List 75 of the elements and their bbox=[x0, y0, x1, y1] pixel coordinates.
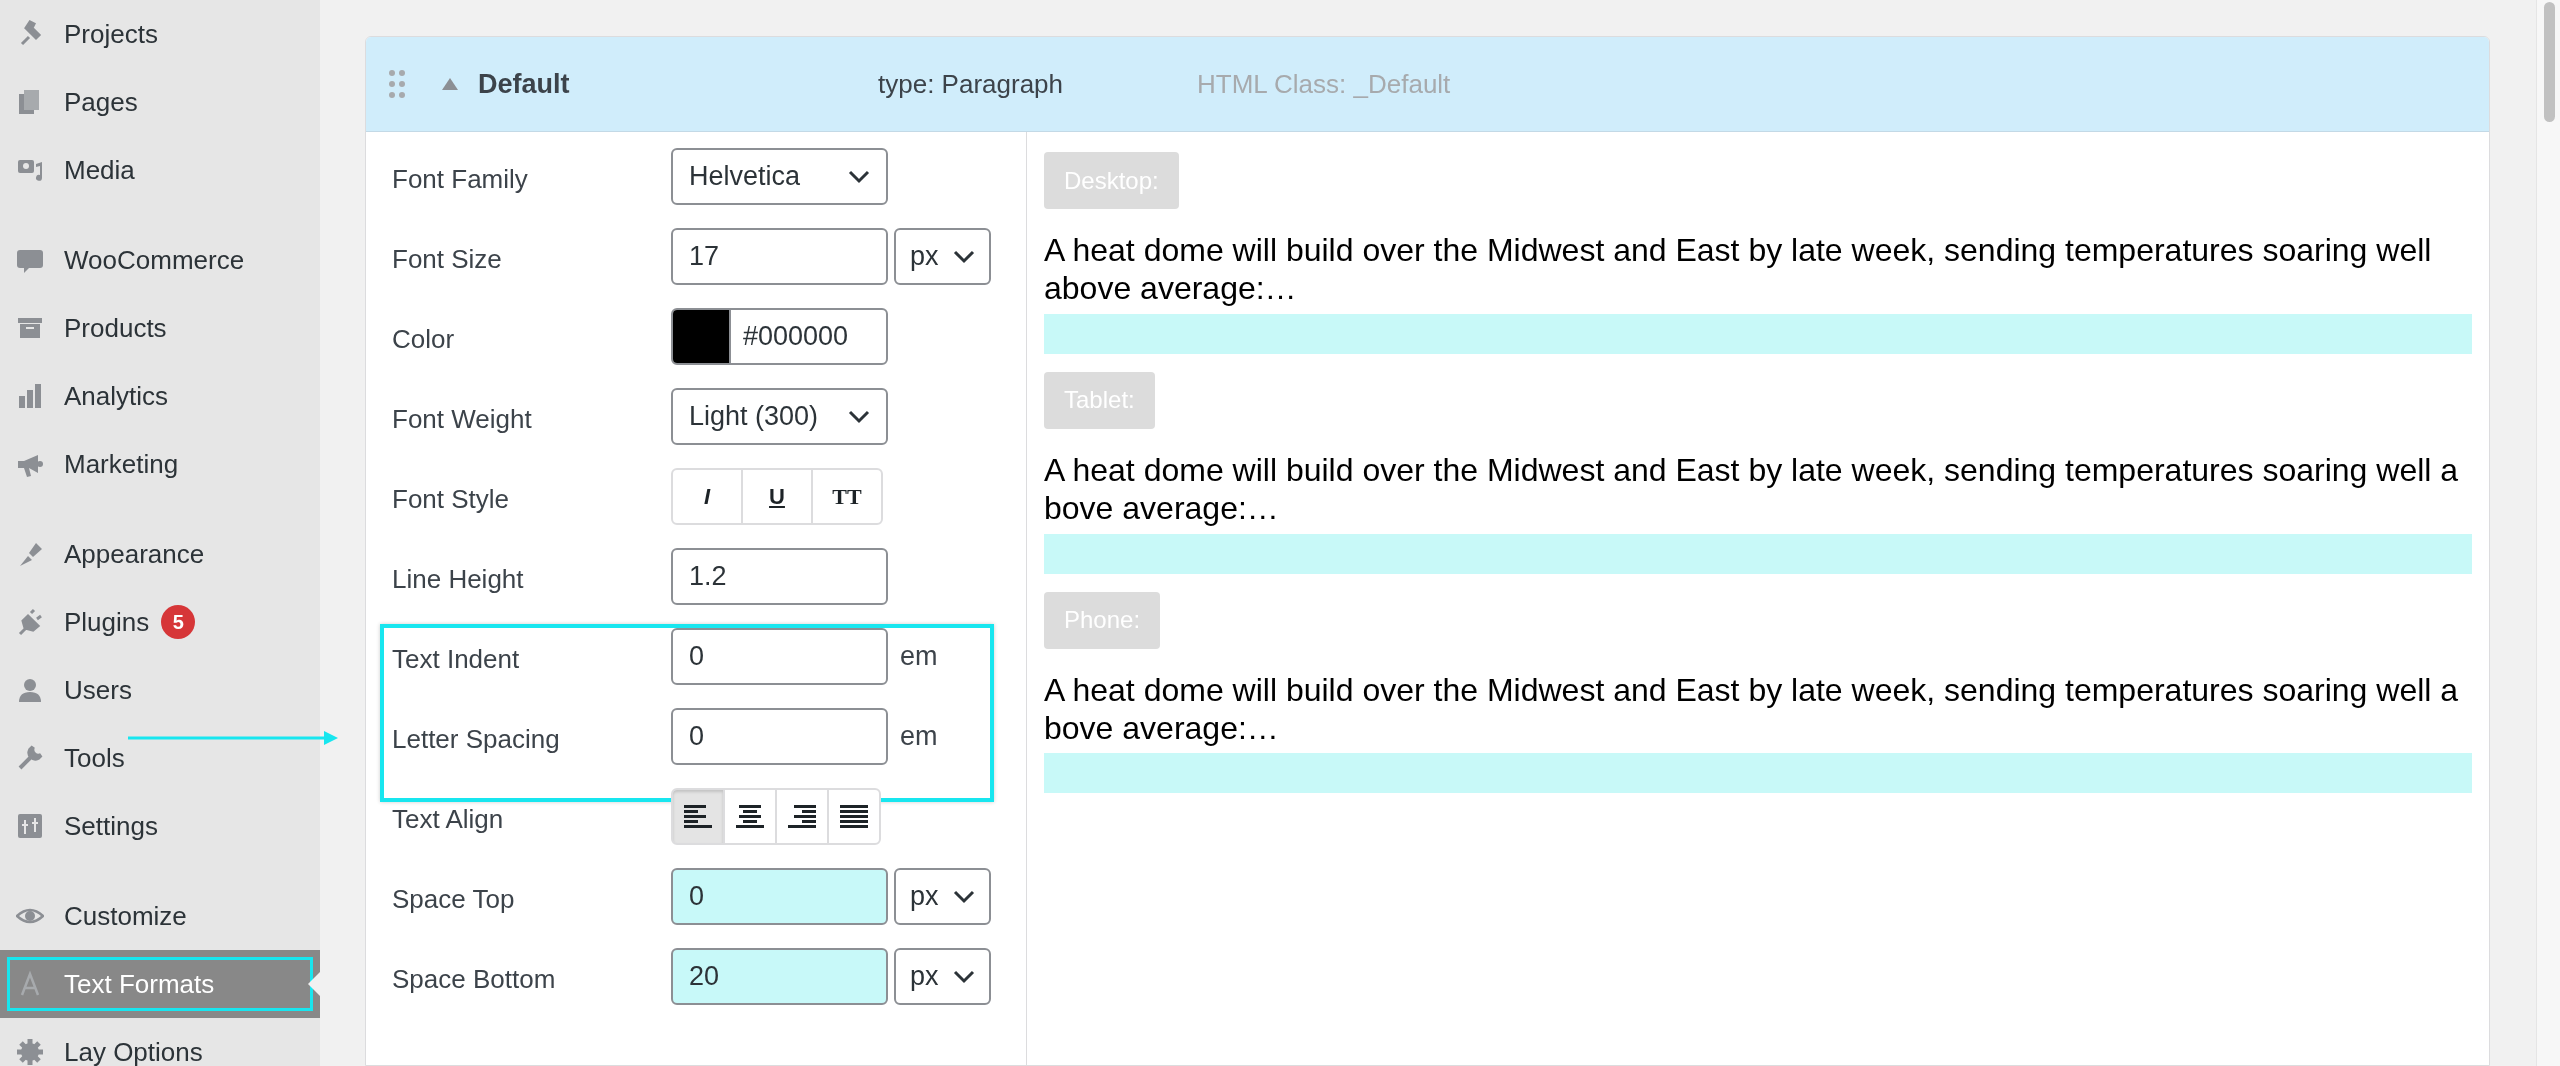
sidebar-item[interactable]: Text Formats bbox=[0, 950, 320, 1018]
field-label: Text Align bbox=[391, 803, 505, 836]
input-field[interactable]: 0 bbox=[671, 868, 888, 925]
field-label: Letter Spacing bbox=[391, 723, 561, 756]
style-toggle[interactable]: U bbox=[741, 468, 813, 525]
sidebar-item[interactable]: Customize bbox=[0, 882, 320, 950]
sidebar-item[interactable]: Media bbox=[0, 136, 320, 204]
scrollbar-thumb[interactable] bbox=[2544, 2, 2555, 122]
align-justify-icon bbox=[840, 805, 868, 828]
input-field[interactable]: 17 bbox=[671, 228, 888, 285]
gear-icon bbox=[16, 1038, 44, 1066]
sidebar-item[interactable]: Pages bbox=[0, 68, 320, 136]
style-toggle[interactable]: I bbox=[671, 468, 743, 525]
current-page-notch bbox=[308, 972, 320, 996]
notification-badge: 5 bbox=[161, 605, 196, 639]
field-label: Space Bottom bbox=[391, 963, 557, 996]
sidebar-item[interactable]: Appearance bbox=[0, 520, 320, 588]
unit-dropdown[interactable]: px bbox=[894, 868, 991, 925]
sidebar-item[interactable]: Lay Options bbox=[0, 1018, 320, 1066]
chevron-down-icon bbox=[848, 409, 870, 424]
preview-text: A heat dome will build over the Midwest and East by late week, sending temperatures soaring well above average:… bbox=[1044, 670, 2460, 748]
sidebar-item[interactable]: Plugins 5 bbox=[0, 588, 320, 656]
chevron-down-icon bbox=[848, 169, 870, 184]
align-button[interactable] bbox=[775, 788, 829, 845]
format-header[interactable]: Default type: Paragraph HTML Class: _Default bbox=[366, 37, 2489, 132]
align-left-icon bbox=[684, 805, 712, 828]
sliders-icon bbox=[16, 812, 44, 840]
align-right-icon bbox=[788, 805, 816, 828]
html-class: HTML Class: _Default bbox=[1197, 67, 1451, 101]
unit-dropdown[interactable]: px bbox=[894, 948, 991, 1005]
dropdown[interactable]: Light (300) bbox=[671, 388, 888, 445]
input-field[interactable]: 1.2 bbox=[671, 548, 888, 605]
user-icon bbox=[16, 676, 44, 704]
sidebar-item[interactable]: Marketing bbox=[0, 430, 320, 498]
align-button[interactable] bbox=[671, 788, 725, 845]
field-label: Line Height bbox=[391, 563, 525, 596]
align-button[interactable] bbox=[723, 788, 777, 845]
sidebar-item[interactable]: Tools bbox=[0, 724, 320, 792]
unit-label: em bbox=[900, 640, 938, 674]
bar-chart-icon bbox=[16, 382, 44, 410]
color-swatch[interactable] bbox=[673, 310, 731, 363]
sidebar-item[interactable]: Settings bbox=[0, 792, 320, 860]
chevron-down-icon bbox=[953, 889, 975, 904]
align-button[interactable] bbox=[827, 788, 881, 845]
sidebar-item[interactable]: Users bbox=[0, 656, 320, 724]
field-label: Font Family bbox=[391, 163, 529, 196]
unit-label: em bbox=[900, 720, 938, 754]
dropdown[interactable]: Helvetica bbox=[671, 148, 888, 205]
input-field[interactable]: 0 bbox=[671, 628, 888, 685]
field-label: Color bbox=[391, 323, 456, 356]
field-label: Text Indent bbox=[391, 643, 521, 676]
sidebar-item[interactable]: Products bbox=[0, 294, 320, 362]
input-field[interactable]: 0 bbox=[671, 708, 888, 765]
chevron-down-icon bbox=[953, 249, 975, 264]
field-label: Font Style bbox=[391, 483, 511, 516]
wrench-icon bbox=[16, 744, 44, 772]
preview-text: A heat dome will build over the Midwest and East by late week, sending temperatures soaring well above average:… bbox=[1044, 231, 2433, 308]
format-title: Default bbox=[478, 67, 571, 101]
preview-text: A heat dome will build over the Midwest and East by late week, sending temperatures soaring well above average:… bbox=[1044, 450, 2460, 528]
drag-handle-icon[interactable] bbox=[388, 69, 406, 99]
collapse-triangle-icon[interactable] bbox=[442, 78, 458, 90]
style-toggle[interactable]: TT bbox=[811, 468, 883, 525]
format-type: type: Paragraph bbox=[878, 67, 1064, 101]
plug-icon bbox=[16, 608, 44, 636]
unit-dropdown[interactable]: px bbox=[894, 228, 991, 285]
input-field[interactable]: 20 bbox=[671, 948, 888, 1005]
chevron-down-icon bbox=[953, 969, 975, 984]
sidebar-item[interactable]: WooCommerce bbox=[0, 226, 320, 294]
sidebar-item[interactable]: Analytics bbox=[0, 362, 320, 430]
field-label: Font Size bbox=[391, 243, 503, 276]
field-label: Font Weight bbox=[391, 403, 533, 436]
align-center-icon bbox=[736, 805, 764, 828]
field-label: Space Top bbox=[391, 883, 516, 916]
color-field[interactable]: #000000 bbox=[671, 308, 888, 365]
sidebar-item[interactable]: Projects bbox=[0, 0, 320, 68]
